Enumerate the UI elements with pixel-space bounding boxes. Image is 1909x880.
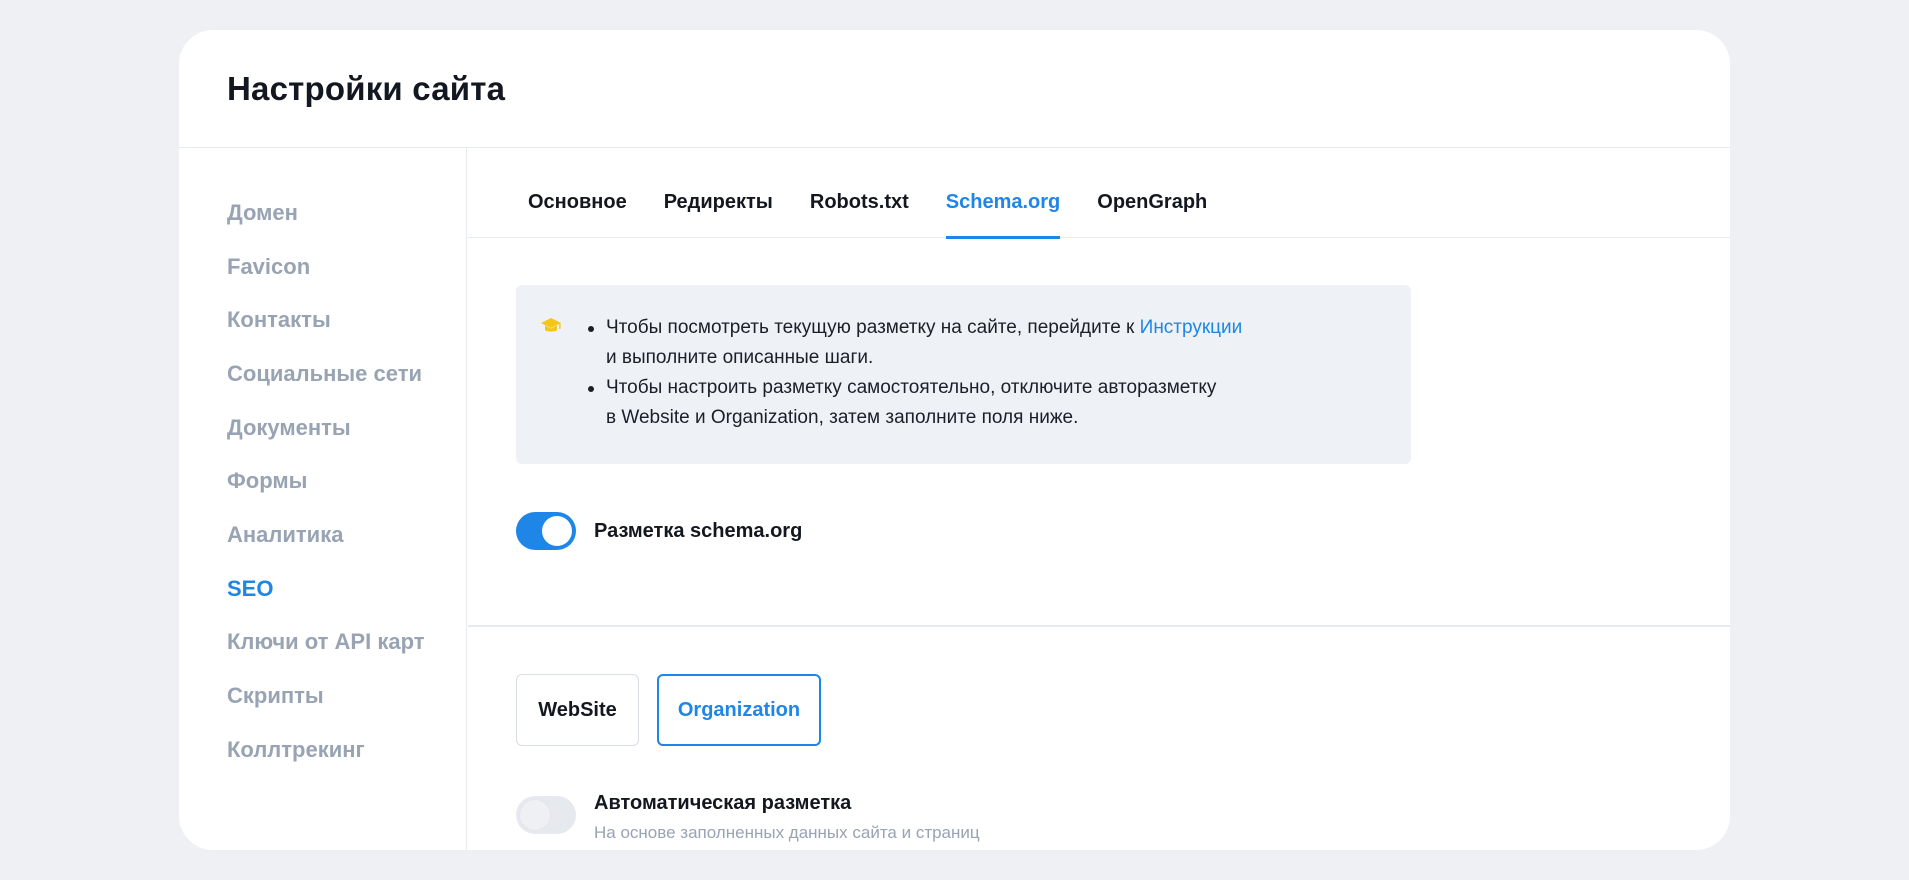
info-text: Чтобы посмотреть текущую разметку на сай… bbox=[606, 317, 1135, 338]
sidebar-item-social[interactable]: Социальные сети bbox=[179, 347, 466, 401]
sidebar-item-favicon[interactable]: Favicon bbox=[179, 240, 466, 294]
schema-markup-label: Разметка schema.org bbox=[594, 519, 803, 542]
main-content: Основное Редиректы Robots.txt Schema.org… bbox=[468, 148, 1730, 850]
sidebar-item-contacts[interactable]: Контакты bbox=[179, 293, 466, 347]
info-item: Чтобы настроить разметку самостоятельно,… bbox=[586, 373, 1242, 433]
settings-card: Настройки сайта Домен Favicon Контакты С… bbox=[179, 30, 1730, 850]
tab-redirects[interactable]: Редиректы bbox=[664, 191, 773, 239]
graduation-cap-icon bbox=[541, 318, 561, 332]
sidebar-item-seo[interactable]: SEO bbox=[179, 562, 466, 616]
tab-schema-org[interactable]: Schema.org bbox=[945, 191, 1061, 239]
sidebar-item-analytics[interactable]: Аналитика bbox=[179, 508, 466, 562]
page-title: Настройки сайта bbox=[227, 69, 506, 107]
website-button[interactable]: WebSite bbox=[516, 674, 639, 746]
sidebar: Домен Favicon Контакты Социальные сети Д… bbox=[179, 148, 467, 850]
info-text: в Website и Organization, затем заполнит… bbox=[606, 407, 1079, 428]
tab-robots-txt[interactable]: Robots.txt bbox=[810, 191, 909, 239]
schema-type-selector: WebSite Organization bbox=[516, 674, 839, 746]
info-list: Чтобы посмотреть текущую разметку на сай… bbox=[586, 313, 1242, 433]
sidebar-item-calltracking[interactable]: Коллтрекинг bbox=[179, 723, 466, 777]
info-text: и выполните описанные шаги. bbox=[606, 347, 874, 368]
organization-button[interactable]: Organization bbox=[657, 674, 821, 746]
card-body: Домен Favicon Контакты Социальные сети Д… bbox=[179, 148, 1730, 850]
sidebar-item-documents[interactable]: Документы bbox=[179, 401, 466, 455]
auto-markup-toggle[interactable] bbox=[516, 796, 576, 834]
auto-markup-text: Автоматическая разметка На основе заполн… bbox=[594, 792, 980, 843]
sidebar-item-forms[interactable]: Формы bbox=[179, 454, 466, 508]
tab-opengraph[interactable]: OpenGraph bbox=[1097, 191, 1207, 239]
sidebar-item-map-api-keys[interactable]: Ключи от API карт bbox=[179, 616, 466, 670]
card-header: Настройки сайта bbox=[179, 30, 1730, 148]
sidebar-item-scripts[interactable]: Скрипты bbox=[179, 669, 466, 723]
info-item: Чтобы посмотреть текущую разметку на сай… bbox=[586, 313, 1242, 373]
tab-bar: Основное Редиректы Robots.txt Schema.org… bbox=[468, 148, 1730, 239]
toggle-knob bbox=[520, 800, 550, 830]
section-divider bbox=[468, 625, 1730, 627]
sidebar-item-domain[interactable]: Домен bbox=[179, 186, 466, 240]
schema-markup-toggle[interactable] bbox=[516, 512, 576, 550]
tab-general[interactable]: Основное bbox=[528, 191, 627, 239]
auto-markup-title: Автоматическая разметка bbox=[594, 792, 852, 814]
info-box: Чтобы посмотреть текущую разметку на сай… bbox=[516, 285, 1411, 464]
schema-toggle-row: Разметка schema.org bbox=[516, 512, 802, 550]
info-text: Чтобы настроить разметку самостоятельно,… bbox=[606, 377, 1217, 398]
auto-markup-subtitle: На основе заполненных данных сайта и стр… bbox=[594, 823, 980, 842]
instructions-link[interactable]: Инструкции bbox=[1140, 317, 1243, 338]
toggle-knob bbox=[542, 516, 572, 546]
auto-markup-row: Автоматическая разметка На основе заполн… bbox=[516, 792, 980, 843]
app-background: Настройки сайта Домен Favicon Контакты С… bbox=[0, 0, 1909, 880]
